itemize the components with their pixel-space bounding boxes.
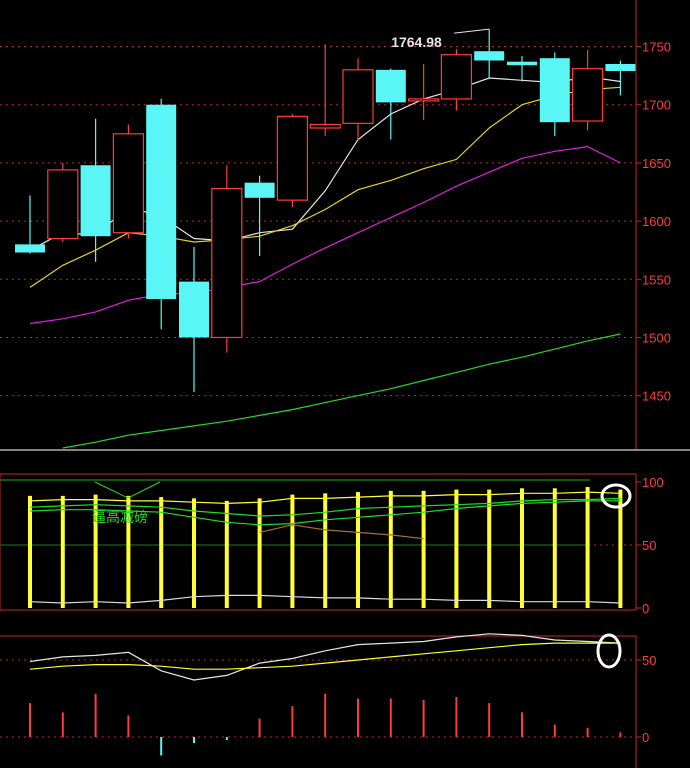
candle-body-down: [507, 61, 537, 66]
candle-body-down: [605, 64, 636, 71]
price-tick-label: 1650: [642, 156, 671, 171]
price-tick-label: 1500: [642, 330, 671, 345]
candle-body-down: [375, 69, 406, 103]
indicator1-bar: [257, 498, 262, 608]
indicator2-bar: [324, 693, 327, 737]
indicator1-tick-label: 50: [642, 538, 656, 553]
indicator2-bar: [488, 703, 491, 737]
candle-body-up: [211, 187, 243, 339]
candle-body-up: [309, 123, 341, 129]
annotation-marker: [94, 481, 161, 499]
candle: [244, 175, 275, 256]
indicator2-bar: [127, 715, 130, 737]
indicator2-bar: [521, 712, 523, 737]
ma-line-4: [62, 333, 621, 449]
candle-body-up: [342, 69, 374, 124]
candle: [571, 50, 604, 131]
indicator-panel-2: 50 0: [0, 633, 656, 768]
candle-body-up: [408, 98, 440, 102]
indicator1-bar: [323, 493, 328, 608]
candle: [276, 114, 308, 208]
indicator2-bar: [225, 737, 228, 741]
candle: [146, 98, 177, 330]
candle-body-up: [112, 133, 145, 234]
indicator-panel-1: 100 50 0 逼高减磅: [0, 473, 664, 616]
indicator2-bar: [258, 718, 261, 737]
peak-price-label: 1764.98: [391, 34, 442, 50]
indicator1-bar: [224, 500, 229, 608]
candle: [47, 162, 79, 243]
indicator1-line-5: [259, 524, 424, 540]
candle: [211, 165, 243, 353]
candle: [507, 55, 537, 82]
indicator2-line-2: [29, 642, 621, 670]
candle-body-down: [80, 165, 111, 237]
candle-body-down: [179, 281, 209, 338]
candle: [440, 48, 472, 111]
indicator1-bar: [290, 494, 295, 608]
indicator1-bar: [421, 490, 426, 608]
indicator1-bar: [388, 490, 393, 608]
indicator1-bar: [520, 488, 524, 608]
price-tick-label: 1700: [642, 98, 671, 113]
indicator2-bar: [553, 724, 556, 737]
candle-body-down: [15, 244, 45, 253]
candle: [179, 246, 209, 393]
candle: [15, 195, 45, 254]
indicator1-bar: [454, 489, 459, 608]
indicator2-tick-label: 50: [642, 653, 656, 668]
candle-body-down: [244, 182, 275, 198]
candle: [605, 60, 636, 96]
indicator2-bar: [61, 712, 64, 737]
candle-body-down: [539, 58, 570, 123]
indicator1-bar: [585, 487, 590, 608]
indicator2-bar: [193, 737, 195, 744]
price-panel: 1750 1700 1650 1600 1550 1500 1450 1764.98: [0, 0, 690, 451]
indicator2-bar: [94, 693, 97, 737]
indicator2-line-1: [29, 633, 621, 681]
indicator2-bar: [29, 703, 31, 737]
indicator2-bar: [586, 727, 589, 737]
indicator1-bar: [60, 495, 65, 608]
indicator1-annotation: 逼高减磅: [92, 509, 148, 525]
peak-leader: [454, 28, 490, 34]
price-tick-label: 1450: [642, 389, 671, 404]
candle-body-down: [146, 104, 177, 300]
candle: [309, 44, 341, 137]
indicator1-tick-label: 0: [642, 601, 649, 616]
indicator1-tick-label: 100: [642, 475, 664, 490]
indicator2-bar: [619, 732, 622, 737]
price-tick-label: 1750: [642, 40, 671, 55]
candle: [375, 68, 406, 140]
candle: [80, 118, 111, 262]
candle: [474, 29, 505, 80]
candle-body-up: [440, 54, 472, 100]
candle: [112, 124, 145, 239]
indicator2-bar: [389, 698, 392, 737]
indicator1-bar: [192, 498, 196, 608]
indicator1-bar: [159, 497, 164, 608]
candle-body-up: [47, 169, 79, 240]
indicator2-bar: [291, 706, 294, 737]
indicator1-bar: [28, 495, 32, 608]
indicator2-bar: [357, 698, 359, 737]
candle-body-down: [474, 51, 505, 61]
indicator2-tick-label: 0: [642, 730, 649, 745]
circle-marker-2: [596, 633, 622, 669]
indicator1-bar: [356, 492, 360, 608]
circle-marker-1: [600, 483, 632, 509]
candle: [342, 58, 374, 140]
indicator1-bar: [487, 489, 492, 608]
indicator2-bar: [455, 696, 458, 737]
indicator2-bar: [160, 737, 163, 756]
price-tick-label: 1600: [642, 214, 671, 229]
candle-body-up: [571, 68, 604, 122]
candle: [539, 52, 570, 137]
indicator1-bar: [552, 488, 557, 608]
indicator2-bar: [422, 700, 425, 737]
candle-body-up: [276, 115, 308, 201]
stock-chart: 1750 1700 1650 1600 1550 1500 1450 1764.98 100 5…: [0, 0, 690, 768]
candle: [408, 64, 440, 120]
price-tick-label: 1550: [642, 272, 671, 287]
